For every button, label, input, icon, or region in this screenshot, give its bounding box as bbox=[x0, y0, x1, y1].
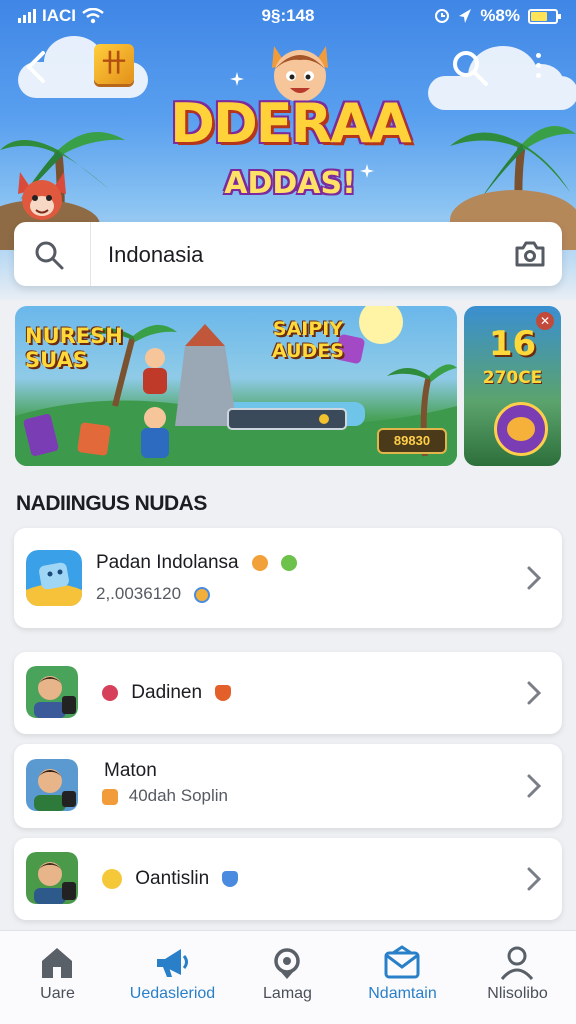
list-item-title: Maton bbox=[104, 760, 157, 781]
sparkle-icon bbox=[360, 164, 374, 178]
shield-badge-icon bbox=[193, 586, 210, 603]
search-bar[interactable]: Indonasia bbox=[14, 222, 562, 286]
game-title-logo: DDERAA ADDAS! bbox=[160, 36, 420, 216]
banner-right-title: SAIPIY AUDES bbox=[272, 318, 344, 362]
banner-progress-bar bbox=[227, 408, 347, 430]
side-banner-number: 16 bbox=[488, 324, 537, 364]
orange-badge-icon bbox=[251, 554, 268, 571]
camera-icon[interactable] bbox=[512, 236, 548, 272]
nav-item-profile[interactable]: Nlisolibo bbox=[460, 931, 575, 1024]
avatar-thumbnail-icon bbox=[26, 759, 78, 811]
shield-badge-icon bbox=[215, 684, 232, 701]
list-item[interactable]: Padan Indolansa 2,.0036120 bbox=[14, 528, 562, 628]
profile-icon bbox=[500, 946, 534, 980]
chevron-right-icon bbox=[527, 774, 542, 798]
nav-item-discover[interactable]: Lamag bbox=[230, 931, 345, 1024]
nav-item-messages[interactable]: Ndamtain bbox=[345, 931, 460, 1024]
app-thumbnail-icon bbox=[26, 550, 82, 606]
chevron-right-icon bbox=[527, 867, 542, 891]
list-item[interactable]: Maton 40dah Soplin bbox=[14, 744, 562, 828]
mail-icon bbox=[384, 945, 420, 979]
nav-label: Lamag bbox=[263, 985, 312, 1002]
app-logo-icon[interactable]: 卄 bbox=[94, 44, 134, 84]
nav-label: Uedasleriod bbox=[129, 985, 216, 1002]
search-input[interactable]: Indonasia bbox=[108, 242, 203, 268]
title-line-2: ADDAS! bbox=[224, 166, 356, 201]
more-vertical-icon bbox=[526, 53, 550, 78]
list-item[interactable]: Dadinen bbox=[14, 652, 562, 734]
list-item-subtitle: 40dah Soplin bbox=[102, 786, 228, 806]
home-icon bbox=[42, 948, 72, 978]
banner-price-tag[interactable]: 89830 bbox=[377, 428, 447, 454]
battery-percent: %8% bbox=[480, 6, 520, 25]
battery-icon bbox=[528, 8, 561, 24]
avatar-thumbnail-icon bbox=[26, 666, 78, 718]
bottom-nav: Uare Uedasleriod Lamag Ndamtain Nlisolib… bbox=[0, 930, 576, 1024]
chevron-right-icon bbox=[527, 566, 542, 590]
gold-coin-icon bbox=[102, 868, 122, 889]
nav-label: Ndamtain bbox=[368, 985, 437, 1002]
promo-banner-side[interactable]: ✕ 16 270CE bbox=[464, 306, 561, 466]
orange-badge-icon bbox=[102, 788, 118, 805]
green-badge-icon bbox=[281, 554, 298, 571]
chevron-left-icon bbox=[26, 51, 45, 83]
nav-label: Uare bbox=[40, 985, 75, 1002]
search-location-icon bbox=[274, 948, 300, 979]
location-icon bbox=[459, 9, 472, 23]
banner-left-title: NURESH SUAS bbox=[25, 324, 123, 372]
alarm-icon bbox=[435, 9, 450, 23]
more-options-button[interactable] bbox=[526, 48, 550, 88]
nav-label: Nlisolibo bbox=[487, 985, 548, 1002]
search-divider bbox=[90, 222, 91, 286]
chevron-right-icon bbox=[527, 681, 542, 705]
list-item-title: Padan Indolansa bbox=[96, 552, 298, 574]
reward-badge-icon bbox=[494, 402, 548, 456]
search-icon bbox=[453, 51, 488, 86]
promo-banner-main[interactable]: NURESH SUAS SAIPIY AUDES 89830 bbox=[15, 306, 457, 466]
app-header: IACI 9§:148 %8% 卄 DDERAA ADDAS! Indonasi… bbox=[0, 0, 576, 300]
megaphone-icon bbox=[157, 949, 188, 977]
avatar-thumbnail-icon bbox=[26, 852, 78, 904]
section-title: NADIINGUS NUDAS bbox=[16, 492, 207, 515]
shield-badge-icon bbox=[222, 870, 239, 887]
nav-item-home[interactable]: Uare bbox=[0, 931, 115, 1024]
title-line-1: DDERAA bbox=[170, 92, 412, 155]
list-item[interactable]: Oantislin bbox=[14, 838, 562, 920]
list-item-title: Dadinen bbox=[102, 682, 232, 704]
list-item-title: Oantislin bbox=[102, 868, 239, 890]
search-icon bbox=[35, 241, 64, 270]
fox-character-icon bbox=[18, 172, 66, 220]
side-banner-subtitle: 270CE bbox=[482, 368, 543, 388]
list-item-subtitle: 2,.0036120 bbox=[96, 584, 210, 604]
red-badge-icon bbox=[102, 684, 118, 701]
status-bar: IACI 9§:148 %8% bbox=[0, 0, 576, 32]
header-search-button[interactable] bbox=[450, 48, 490, 88]
nav-item-announcements[interactable]: Uedasleriod bbox=[115, 931, 230, 1024]
sparkle-icon bbox=[230, 72, 244, 86]
back-button[interactable] bbox=[18, 46, 54, 86]
